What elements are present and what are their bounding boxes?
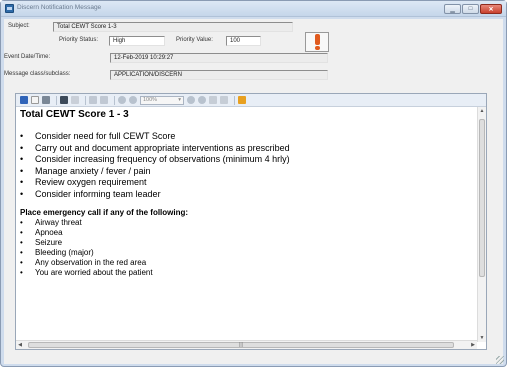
message-class-label: Message class/subclass: bbox=[4, 71, 71, 77]
maximize-button[interactable]: □ bbox=[462, 4, 479, 14]
emergency-heading: Place emergency call if any of the follo… bbox=[20, 208, 189, 217]
alert-indicator bbox=[305, 32, 329, 52]
list-item: Any observation in the red area bbox=[20, 258, 473, 268]
message-class-field[interactable]: APPLICATION/DISCERN bbox=[110, 70, 328, 80]
list-item: Review oxygen requirement bbox=[20, 177, 473, 189]
priority-value-label: Priority Value: bbox=[176, 37, 213, 43]
message-body: Total CEWT Score 1 - 3 Consider need for… bbox=[16, 107, 477, 342]
list-item: You are worried about the patient bbox=[20, 268, 473, 278]
undo-icon[interactable] bbox=[89, 96, 97, 104]
emergency-list: Airway threat Apnoea Seizure Bleeding (m… bbox=[20, 218, 473, 278]
priority-status-label: Priority Status: bbox=[59, 37, 99, 43]
subject-label: Subject: bbox=[8, 23, 30, 29]
scroll-right-icon[interactable]: ▶ bbox=[469, 341, 477, 349]
list-item: Carry out and document appropriate inter… bbox=[20, 143, 473, 155]
event-datetime-label: Event Date/Time: bbox=[4, 54, 51, 60]
close-button[interactable]: ✕ bbox=[480, 4, 502, 14]
zoom-out-icon[interactable] bbox=[129, 96, 137, 104]
horizontal-scroll-thumb[interactable]: ||| bbox=[28, 342, 454, 348]
list-item: Consider increasing frequency of observa… bbox=[20, 154, 473, 166]
priority-value-field[interactable]: 100 bbox=[226, 36, 261, 46]
minimize-button[interactable]: ▁ bbox=[444, 4, 461, 14]
scroll-left-icon[interactable]: ◀ bbox=[16, 341, 24, 349]
copy-icon[interactable] bbox=[71, 96, 79, 104]
scroll-down-icon[interactable]: ▼ bbox=[478, 334, 486, 342]
list-item: Seizure bbox=[20, 238, 473, 248]
app-icon bbox=[5, 4, 14, 13]
viewer-toolbar: 100% bbox=[16, 94, 486, 107]
window-controls: ▁ □ ✕ bbox=[443, 4, 502, 15]
exit-icon[interactable] bbox=[238, 96, 246, 104]
message-viewer: 100% Total CEWT Score 1 - 3 Consider nee… bbox=[15, 93, 487, 350]
subject-field[interactable]: Total CEWT Score 1-3 bbox=[53, 22, 293, 32]
window-title: Discern Notification Message bbox=[17, 4, 102, 11]
list-item: Apnoea bbox=[20, 228, 473, 238]
list-item: Manage anxiety / fever / pain bbox=[20, 166, 473, 178]
zoom-in-icon[interactable] bbox=[118, 96, 126, 104]
vertical-scrollbar[interactable]: ▲ ▼ bbox=[477, 107, 486, 342]
help-icon[interactable] bbox=[209, 96, 217, 104]
horizontal-scrollbar[interactable]: ◀ ||| ▶ bbox=[16, 340, 477, 349]
title-bar[interactable]: Discern Notification Message ▁ □ ✕ bbox=[1, 1, 506, 17]
vertical-scroll-thumb[interactable] bbox=[479, 119, 485, 277]
event-datetime-field[interactable]: 12-Feb-2019 10:29:27 bbox=[110, 53, 328, 63]
refresh-icon[interactable] bbox=[220, 96, 228, 104]
save-icon[interactable] bbox=[20, 96, 28, 104]
forward-icon[interactable] bbox=[198, 96, 206, 104]
scroll-up-icon[interactable]: ▲ bbox=[478, 107, 486, 115]
resize-grip-icon[interactable] bbox=[496, 356, 504, 364]
message-heading: Total CEWT Score 1 - 3 bbox=[20, 109, 129, 120]
new-icon[interactable] bbox=[31, 96, 39, 104]
notification-window: Discern Notification Message ▁ □ ✕ Subje… bbox=[0, 0, 507, 367]
list-item: Airway threat bbox=[20, 218, 473, 228]
back-icon[interactable] bbox=[187, 96, 195, 104]
zoom-select[interactable]: 100% bbox=[140, 95, 184, 105]
list-item: Consider informing team leader bbox=[20, 189, 473, 201]
print-icon[interactable] bbox=[42, 96, 50, 104]
list-item: Bleeding (major) bbox=[20, 248, 473, 258]
priority-status-field[interactable]: High bbox=[109, 36, 165, 46]
action-list: Consider need for full CEWT Score Carry … bbox=[20, 131, 473, 200]
exclamation-icon bbox=[313, 34, 322, 50]
redo-icon[interactable] bbox=[100, 96, 108, 104]
list-item: Consider need for full CEWT Score bbox=[20, 131, 473, 143]
find-icon[interactable] bbox=[60, 96, 68, 104]
